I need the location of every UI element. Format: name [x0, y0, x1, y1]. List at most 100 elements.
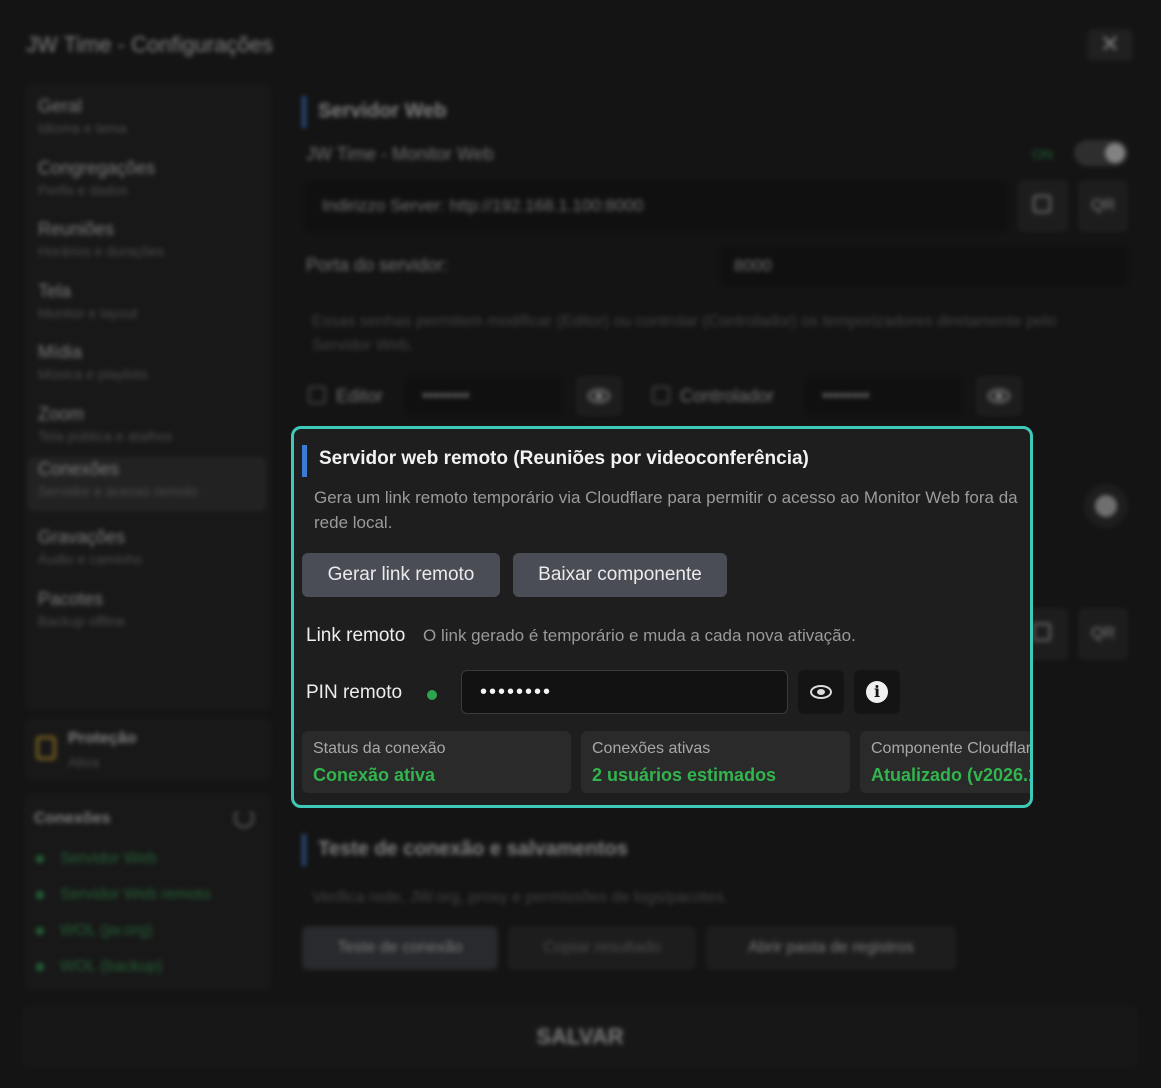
eye-pupil	[595, 393, 603, 399]
generate-remote-link-button[interactable]: Gerar link remoto	[302, 553, 500, 597]
remote-web-server-panel: Servidor web remoto (Reuniões por videoc…	[291, 426, 1033, 808]
sidebar-item-subtitle: Tela pública e atalhos	[38, 428, 173, 444]
eye-pupil	[817, 689, 825, 695]
stat-value: 2 usuários estimados	[592, 765, 777, 785]
sidebar-item-title: Congregações	[38, 158, 156, 178]
sidebar-item-subtitle: Backup offline	[38, 613, 126, 629]
eye-icon	[588, 389, 610, 403]
sidebar-item-subtitle: Áudio e caminho	[38, 551, 143, 567]
sidebar-item-congregacoes[interactable]: Congregações Perfis e dados	[36, 156, 264, 210]
connection-item: Servidor Web remoto	[36, 886, 211, 904]
sidebar-item-subtitle: Horários e durações	[38, 243, 165, 259]
editor-password-field[interactable]: ••••••••	[404, 376, 562, 416]
connection-item-label: Servidor Web	[60, 850, 157, 867]
connection-item-label: Servidor Web remoto	[60, 886, 211, 903]
stat-value: Conexão ativa	[313, 765, 436, 785]
copy-address-button[interactable]	[1018, 180, 1068, 232]
remote-link-label: Link remoto	[306, 625, 406, 646]
sidebar-item-subtitle: Servidor e acesso remoto	[38, 483, 198, 499]
sidebar-item-pacotes[interactable]: Pacotes Backup offline	[36, 587, 264, 641]
sidebar-item-zoom[interactable]: Zoom Tela pública e atalhos	[36, 402, 264, 456]
connection-status-card: Status da conexão Conexão ativa	[302, 731, 571, 793]
sidebar-item-title: Zoom	[38, 404, 85, 424]
stat-value: Atualizado (v2026.1)	[871, 765, 1033, 785]
settings-sidebar: Geral Idioma e tema Congregações Perfis …	[24, 84, 272, 710]
controller-checkbox[interactable]	[652, 386, 670, 404]
copy-result-button[interactable]: Copiar resultado	[508, 926, 696, 970]
refresh-icon[interactable]	[234, 808, 254, 828]
password-note: Essas senhas permitem modificar (Editor)…	[312, 313, 1057, 354]
status-dot-icon	[36, 962, 44, 971]
qr-button[interactable]: QR	[1078, 180, 1128, 232]
sidebar-item-subtitle: Idioma e tema	[38, 120, 127, 136]
sidebar-item-gravacoes[interactable]: Gravações Áudio e caminho	[36, 525, 264, 579]
cloudflare-component-card: Componente Cloudflare Atualizado (v2026.…	[860, 731, 1033, 793]
web-server-toggle[interactable]	[1074, 140, 1128, 166]
monitor-web-label: JW Time - Monitor Web	[306, 144, 494, 164]
open-logs-folder-button[interactable]: Abrir pasta de registros	[706, 926, 956, 970]
background-info-button[interactable]	[1084, 484, 1128, 528]
save-button[interactable]: SALVAR	[22, 1006, 1138, 1068]
sidebar-item-midia[interactable]: Mídia Música e playlists	[36, 340, 264, 394]
remote-panel-title: Servidor web remoto (Reuniões por videoc…	[302, 445, 809, 477]
sidebar-item-title: Pacotes	[38, 589, 104, 609]
connection-item: WOL (backup)	[36, 958, 163, 976]
test-section-title: Teste de conexão e salvamentos	[302, 834, 628, 866]
connection-item: WOL (jw.org)	[36, 922, 153, 940]
connections-panel: Conexões Servidor Web Servidor Web remot…	[24, 792, 272, 990]
copy-icon	[1033, 623, 1051, 641]
port-input[interactable]: 8000	[720, 246, 1128, 286]
sidebar-item-conexoes[interactable]: Conexões Servidor e acesso remoto	[28, 457, 266, 511]
info-icon	[1095, 495, 1117, 517]
sidebar-item-reunioes[interactable]: Reuniões Horários e durações	[36, 217, 264, 271]
active-connections-card: Conexões ativas 2 usuários estimados	[581, 731, 850, 793]
sidebar-item-tela[interactable]: Tela Monitor e layout	[36, 279, 264, 333]
toggle-knob	[1105, 143, 1125, 163]
show-pin-button[interactable]	[798, 670, 844, 714]
connection-item-label: WOL (backup)	[60, 958, 163, 975]
eye-icon	[810, 685, 832, 699]
download-component-button[interactable]: Baixar componente	[513, 553, 727, 597]
sidebar-item-geral[interactable]: Geral Idioma e tema	[36, 94, 264, 148]
copy-icon	[1033, 195, 1051, 213]
port-label: Porta do servidor:	[306, 255, 449, 275]
window-title: JW Time - Configurações	[26, 32, 273, 57]
remote-panel-description: Gera um link remoto temporário via Cloud…	[314, 488, 1018, 532]
pin-status-dot-icon	[427, 690, 437, 700]
protection-card: Proteção Ativa	[24, 718, 272, 780]
editor-show-password-button[interactable]	[576, 376, 622, 416]
remote-link-hint: O link gerado é temporário e muda a cada…	[423, 626, 856, 645]
editor-checkbox[interactable]	[308, 386, 326, 404]
eye-pupil	[995, 393, 1003, 399]
pin-info-button[interactable]: i	[854, 670, 900, 714]
test-connection-button[interactable]: Teste de conexão	[302, 926, 498, 970]
web-server-section-title: Servidor Web	[302, 96, 447, 128]
editor-label: Editor	[336, 386, 384, 406]
controller-show-password-button[interactable]	[976, 376, 1022, 416]
sidebar-item-title: Conexões	[38, 459, 120, 479]
close-button[interactable]: ✕	[1087, 29, 1133, 61]
remote-qr-button[interactable]: QR	[1078, 608, 1128, 660]
eye-icon	[988, 389, 1010, 403]
sidebar-item-title: Reuniões	[38, 219, 115, 239]
stat-label: Componente Cloudflare	[871, 740, 1033, 757]
controller-label: Controlador	[680, 386, 775, 406]
controller-password-field[interactable]: ••••••••	[804, 376, 962, 416]
remote-pin-field[interactable]: ••••••••	[461, 670, 788, 714]
sidebar-item-title: Tela	[38, 281, 72, 301]
connection-item: Servidor Web	[36, 850, 157, 868]
sidebar-item-subtitle: Monitor e layout	[38, 305, 138, 321]
sidebar-item-title: Mídia	[38, 342, 83, 362]
sidebar-item-subtitle: Música e playlists	[38, 366, 148, 382]
stat-label: Status da conexão	[313, 740, 446, 757]
connections-title: Conexões	[34, 810, 111, 827]
sidebar-item-subtitle: Perfis e dados	[38, 182, 128, 198]
lock-icon	[36, 736, 56, 760]
toggle-state: ON	[1032, 146, 1053, 162]
server-address-field[interactable]: Indirizzo Server: http://192.168.1.100:8…	[304, 180, 1008, 232]
info-icon: i	[866, 681, 888, 703]
test-section-description: Verifica rede, JW.org, proxy e permissõe…	[312, 889, 729, 906]
stat-label: Conexões ativas	[592, 740, 711, 757]
connection-item-label: WOL (jw.org)	[60, 922, 153, 939]
remote-pin-label: PIN remoto	[306, 682, 403, 703]
